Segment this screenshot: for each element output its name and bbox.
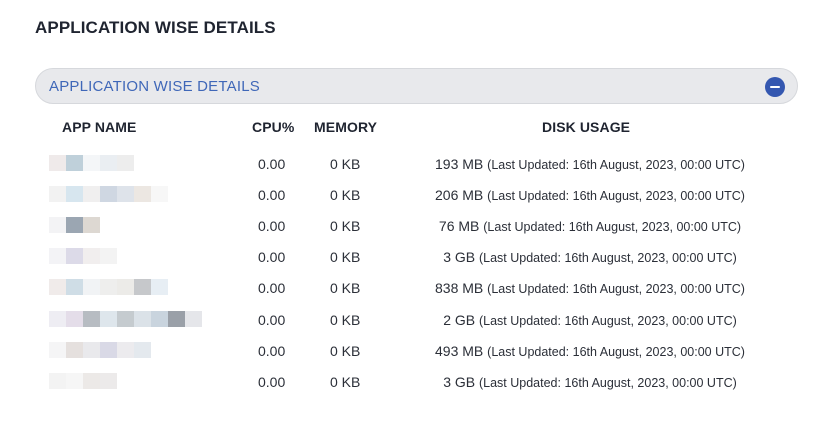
redacted-app-name	[49, 242, 117, 270]
disk-usage-value: 3 GB (Last Updated: 16th August, 2023, 0…	[443, 249, 737, 265]
cpu-value: 0.00	[258, 280, 286, 296]
disk-usage-value: 206 MB (Last Updated: 16th August, 2023,…	[435, 187, 745, 203]
table-row: 0.00 0 KB 76 MB (Last Updated: 16th Augu…	[35, 211, 798, 242]
cpu-value: 0.00	[258, 156, 286, 172]
cpu-value: 0.00	[258, 374, 286, 390]
table-row: 0.00 0 KB 3 GB (Last Updated: 16th Augus…	[35, 242, 798, 273]
column-header-memory: MEMORY	[314, 119, 378, 135]
redacted-app-name	[49, 180, 168, 208]
redacted-app-name	[49, 149, 134, 177]
accordion-title[interactable]: APPLICATION WISE DETAILS	[49, 78, 260, 95]
table-row: 0.00 0 KB 206 MB (Last Updated: 16th Aug…	[35, 180, 798, 211]
memory-value: 0 KB	[330, 312, 361, 328]
table-row: 0.00 0 KB 3 GB (Last Updated: 16th Augus…	[35, 367, 798, 398]
disk-usage-value: 76 MB (Last Updated: 16th August, 2023, …	[438, 218, 742, 234]
disk-usage-value: 493 MB (Last Updated: 16th August, 2023,…	[435, 343, 745, 359]
table-row: 0.00 0 KB 838 MB (Last Updated: 16th Aug…	[35, 273, 798, 304]
collapse-button[interactable]	[765, 77, 785, 97]
redacted-app-name	[49, 305, 202, 333]
column-header-cpu: CPU%	[252, 119, 295, 135]
memory-value: 0 KB	[330, 156, 361, 172]
memory-value: 0 KB	[330, 249, 361, 265]
redacted-app-name	[49, 367, 117, 395]
table-row: 0.00 0 KB 493 MB (Last Updated: 16th Aug…	[35, 336, 798, 367]
table-row: 0.00 0 KB 193 MB (Last Updated: 16th Aug…	[35, 149, 798, 180]
memory-value: 0 KB	[330, 374, 361, 390]
cpu-value: 0.00	[258, 343, 286, 359]
page-title: APPLICATION WISE DETAILS	[35, 18, 276, 37]
cpu-value: 0.00	[258, 312, 286, 328]
disk-usage-value: 838 MB (Last Updated: 16th August, 2023,…	[435, 280, 745, 296]
redacted-app-name	[49, 336, 151, 364]
disk-usage-value: 3 GB (Last Updated: 16th August, 2023, 0…	[443, 374, 737, 390]
memory-value: 0 KB	[330, 343, 361, 359]
column-header-disk-usage: DISK USAGE	[542, 119, 631, 135]
column-header-app-name: APP NAME	[62, 119, 137, 135]
memory-value: 0 KB	[330, 187, 361, 203]
table-row: 0.00 0 KB 2 GB (Last Updated: 16th Augus…	[35, 305, 798, 336]
cpu-value: 0.00	[258, 218, 286, 234]
accordion-header[interactable]: APPLICATION WISE DETAILS	[35, 68, 798, 104]
cpu-value: 0.00	[258, 187, 286, 203]
disk-usage-value: 2 GB (Last Updated: 16th August, 2023, 0…	[443, 312, 737, 328]
redacted-app-name	[49, 273, 168, 301]
memory-value: 0 KB	[330, 280, 361, 296]
disk-usage-value: 193 MB (Last Updated: 16th August, 2023,…	[435, 156, 745, 172]
page: APPLICATION WISE DETAILS APPLICATION WIS…	[0, 0, 839, 440]
cpu-value: 0.00	[258, 249, 286, 265]
redacted-app-name	[49, 211, 100, 239]
memory-value: 0 KB	[330, 218, 361, 234]
